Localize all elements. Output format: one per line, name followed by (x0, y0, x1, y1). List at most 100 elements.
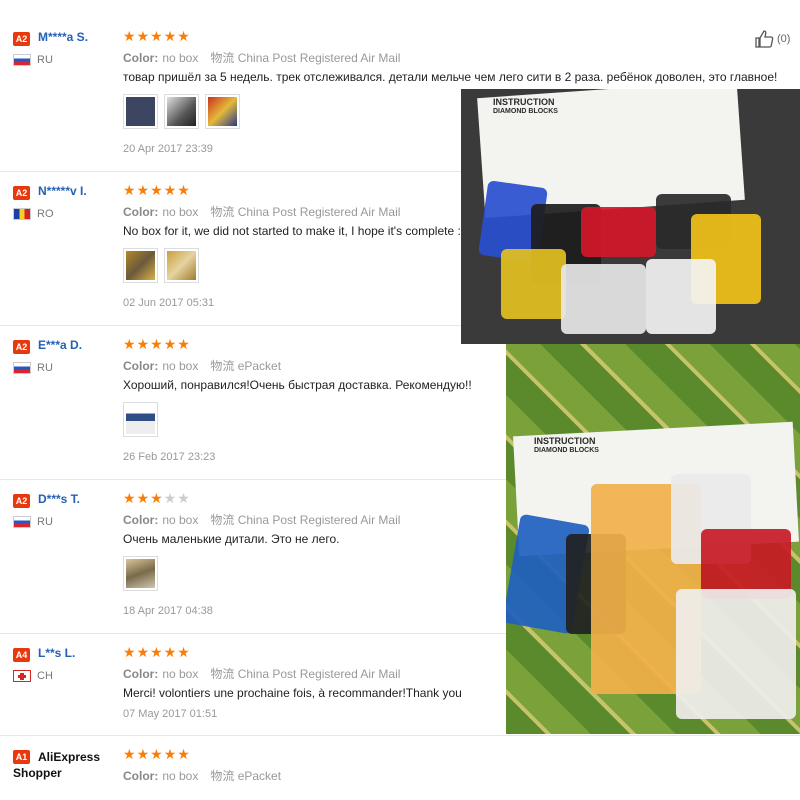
star-icon: ★ (123, 746, 136, 762)
user-level-badge: A2 (13, 186, 30, 200)
reviewer-country: CH (13, 670, 53, 682)
reviewer-name[interactable]: D***s T. (38, 492, 80, 506)
country-code: RU (37, 54, 53, 66)
review-photo-thumbnail[interactable] (123, 556, 158, 591)
shipping-method: 物流 China Post Registered Air Mail (210, 205, 401, 219)
color-value: no box (162, 51, 199, 65)
star-rating: ★ ★ ★ ★ ★ (123, 337, 190, 351)
star-icon: ★ (123, 182, 136, 198)
shipping-method: 物流 ePacket (210, 769, 282, 783)
review-photo-enlarged[interactable]: INSTRUCTION DIAMOND BLOCKS (506, 344, 800, 734)
review-photo-thumbnail[interactable] (123, 402, 158, 437)
review-text: Хороший, понравился!Очень быстрая достав… (123, 378, 472, 392)
star-icon: ★ (136, 28, 150, 44)
review-photo-thumbnail[interactable] (123, 94, 158, 129)
review-photo-thumbnail[interactable] (123, 248, 158, 283)
review-text: Merci! volontiers une prochaine fois, à … (123, 686, 462, 700)
manual-title: INSTRUCTION DIAMOND BLOCKS (534, 436, 599, 456)
review-item: A1 AliExpress Shopper ★ ★ ★ ★ ★ Color: no box… (0, 747, 800, 800)
color-label: Color: (123, 769, 159, 783)
star-icon: ★ (123, 644, 136, 660)
manual-title: INSTRUCTION DIAMOND BLOCKS (493, 97, 558, 117)
star-icon: ★ (136, 336, 150, 352)
star-icon: ★ (163, 182, 177, 198)
reviewer-name-line1: AliExpress (38, 750, 101, 764)
user-level-badge: A4 (13, 648, 30, 662)
color-value: no box (162, 513, 199, 527)
reviewer-name-line2: Shopper (13, 766, 62, 780)
star-rating: ★ ★ ★ ★ ★ (123, 29, 190, 43)
review-date: 26 Feb 2017 23:23 (123, 451, 216, 463)
review-photo-thumbnail[interactable] (164, 248, 199, 283)
reviewer-country: RU (13, 516, 53, 528)
star-icon: ★ (177, 336, 190, 352)
switzerland-flag-icon (13, 670, 31, 682)
shipping-method: 物流 China Post Registered Air Mail (210, 667, 401, 681)
thumbs-up-icon[interactable] (754, 30, 774, 48)
russia-flag-icon (13, 362, 31, 374)
star-icon: ★ (163, 28, 177, 44)
star-icon: ★ (123, 490, 136, 506)
star-rating: ★ ★ ★ ★ ★ (123, 491, 190, 505)
reviewer-name[interactable]: AliExpress Shopper (13, 749, 123, 781)
color-label: Color: (123, 667, 159, 681)
review-photos (123, 556, 158, 591)
order-info: Color: no box 物流 ePacket (123, 767, 281, 784)
shipping-method: 物流 China Post Registered Air Mail (210, 513, 401, 527)
star-icon: ★ (177, 746, 190, 762)
review-text: No box for it, we did not started to mak… (123, 224, 465, 238)
review-date: 18 Apr 2017 04:38 (123, 605, 213, 617)
order-info: Color: no box 物流 China Post Registered Air… (123, 511, 400, 528)
shipping-method: 物流 China Post Registered Air Mail (210, 51, 401, 65)
reviewer-name[interactable]: N*****v I. (38, 184, 87, 198)
brick-bag-image (501, 249, 566, 319)
star-rating: ★ ★ ★ ★ ★ (123, 645, 190, 659)
star-icon: ★ (136, 490, 150, 506)
color-value: no box (162, 205, 199, 219)
manual-title-line2: DIAMOND BLOCKS (534, 447, 599, 454)
user-level-badge: A2 (13, 32, 30, 46)
reviewer-country: RU (13, 362, 53, 374)
manual-title-line1: INSTRUCTION (534, 436, 596, 446)
russia-flag-icon (13, 54, 31, 66)
review-photo-thumbnail[interactable] (164, 94, 199, 129)
country-code: RO (37, 208, 54, 220)
reviewer-country: RO (13, 208, 54, 220)
manual-title-line2: DIAMOND BLOCKS (493, 108, 558, 115)
star-icon: ★ (150, 644, 163, 660)
star-rating: ★ ★ ★ ★ ★ (123, 183, 190, 197)
color-label: Color: (123, 205, 159, 219)
review-date: 20 Apr 2017 23:39 (123, 143, 213, 155)
country-code: CH (37, 670, 53, 682)
manual-title-line1: INSTRUCTION (493, 97, 555, 107)
helpful-vote[interactable]: (0) (754, 30, 790, 48)
brick-bag-image (581, 207, 656, 257)
review-photo-enlarged[interactable]: INSTRUCTION DIAMOND BLOCKS (461, 89, 800, 344)
reviewer-name[interactable]: M****a S. (38, 30, 88, 44)
review-text: Очень маленькие дитали. Это не лего. (123, 532, 340, 546)
star-icon: ★ (123, 28, 136, 44)
review-text: товар пришёл за 5 недель. трек отслежива… (123, 70, 778, 84)
star-icon: ★ (136, 182, 150, 198)
user-level-badge: A2 (13, 340, 30, 354)
russia-flag-icon (13, 516, 31, 528)
star-icon: ★ (177, 28, 190, 44)
star-empty-icon: ★ (177, 490, 190, 506)
star-icon: ★ (150, 336, 163, 352)
helpful-count: (0) (777, 33, 791, 45)
reviewer-name[interactable]: L**s L. (38, 646, 75, 660)
star-empty-icon: ★ (163, 490, 177, 506)
order-info: Color: no box 物流 ePacket (123, 357, 281, 374)
star-icon: ★ (177, 182, 190, 198)
review-photo-thumbnail[interactable] (205, 94, 240, 129)
star-icon: ★ (163, 336, 177, 352)
order-info: Color: no box 物流 China Post Registered Air… (123, 665, 400, 682)
order-info: Color: no box 物流 China Post Registered Air… (123, 203, 400, 220)
star-rating: ★ ★ ★ ★ ★ (123, 747, 190, 761)
color-value: no box (162, 667, 199, 681)
review-date: 07 May 2017 01:51 (123, 708, 218, 720)
color-value: no box (162, 359, 199, 373)
user-level-badge: A2 (13, 494, 30, 508)
review-date: 02 Jun 2017 05:31 (123, 297, 215, 309)
reviewer-name[interactable]: E***a D. (38, 338, 82, 352)
